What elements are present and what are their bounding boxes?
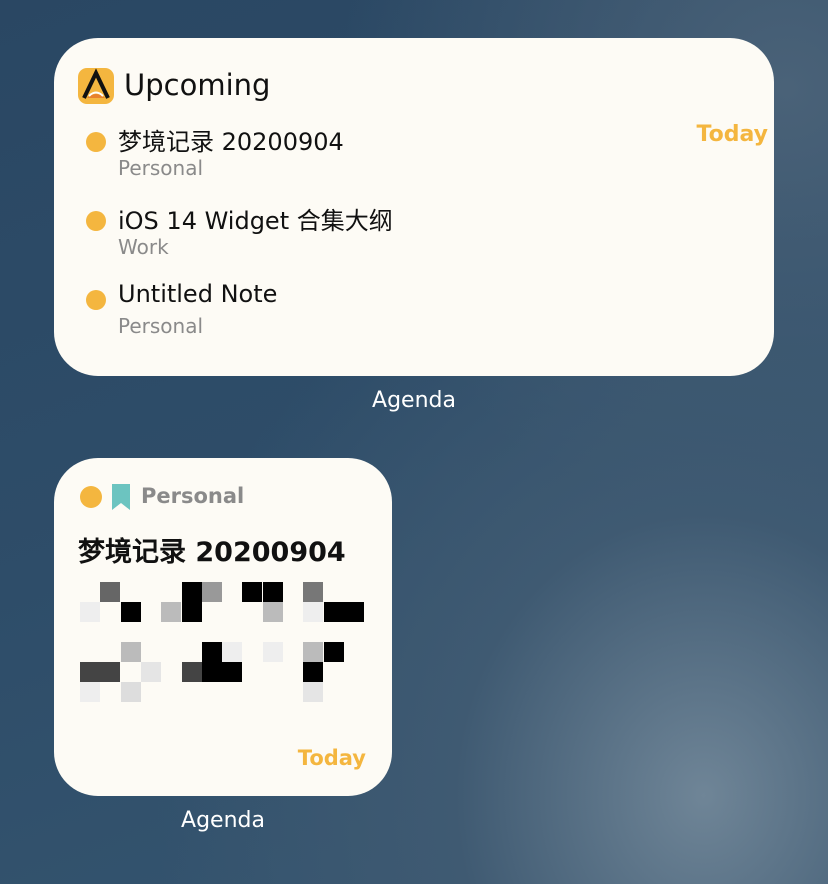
- notebook-name: Personal: [118, 314, 204, 338]
- note-title: Untitled Note: [118, 280, 278, 308]
- upcoming-widget[interactable]: Upcoming 梦境记录 20200904 Personal Today iO…: [54, 38, 774, 376]
- pixel-block: [80, 682, 100, 702]
- pixel-block: [303, 642, 324, 662]
- pixel-block: [222, 662, 243, 682]
- note-title: 梦境记录 20200904: [78, 537, 346, 568]
- pixel-block: [181, 662, 202, 682]
- widget-app-label: Agenda: [181, 808, 265, 833]
- pixel-block: [262, 602, 283, 622]
- status-dot: [86, 290, 106, 310]
- pixel-block: [100, 582, 121, 602]
- pixel-block: [80, 602, 100, 622]
- pixel-block: [161, 602, 182, 622]
- widget-app-label: Agenda: [372, 388, 456, 413]
- pixel-block: [303, 602, 324, 622]
- pixel-block: [80, 662, 100, 682]
- pixel-block: [140, 662, 161, 682]
- note-title: 梦境记录 20200904: [118, 128, 344, 156]
- notebook-name: Work: [118, 235, 169, 259]
- notebook-name: Personal: [118, 156, 204, 180]
- pixel-block: [222, 642, 243, 662]
- pixel-block: [303, 662, 324, 682]
- pixel-block: [323, 602, 344, 622]
- pixel-block: [181, 582, 202, 602]
- pixel-block: [120, 602, 141, 622]
- status-dot: [86, 211, 106, 231]
- status-dot: [86, 132, 106, 152]
- agenda-app-icon: [78, 68, 114, 104]
- pixel-block: [100, 662, 121, 682]
- pixel-block: [120, 682, 141, 702]
- widget-title: Upcoming: [124, 68, 271, 102]
- status-dot: [80, 486, 102, 508]
- pixel-block: [262, 642, 283, 662]
- pixel-block: [181, 602, 202, 622]
- pixel-block: [201, 662, 222, 682]
- pixel-block: [343, 602, 364, 622]
- pixel-block: [303, 582, 324, 602]
- pixel-block: [201, 582, 222, 602]
- date-label: Today: [696, 122, 768, 147]
- pixel-block: [201, 642, 222, 662]
- date-label: Today: [297, 746, 366, 770]
- pixel-block: [262, 582, 283, 602]
- pixel-block: [242, 582, 263, 602]
- pixel-block: [323, 642, 344, 662]
- note-widget[interactable]: Personal 梦境记录 20200904 Today: [54, 458, 392, 796]
- notebook-name: Personal: [141, 484, 245, 508]
- pixel-block: [120, 642, 141, 662]
- note-title: iOS 14 Widget 合集大纲: [118, 207, 393, 235]
- pixel-block: [303, 682, 324, 702]
- bookmark-icon: [112, 484, 130, 510]
